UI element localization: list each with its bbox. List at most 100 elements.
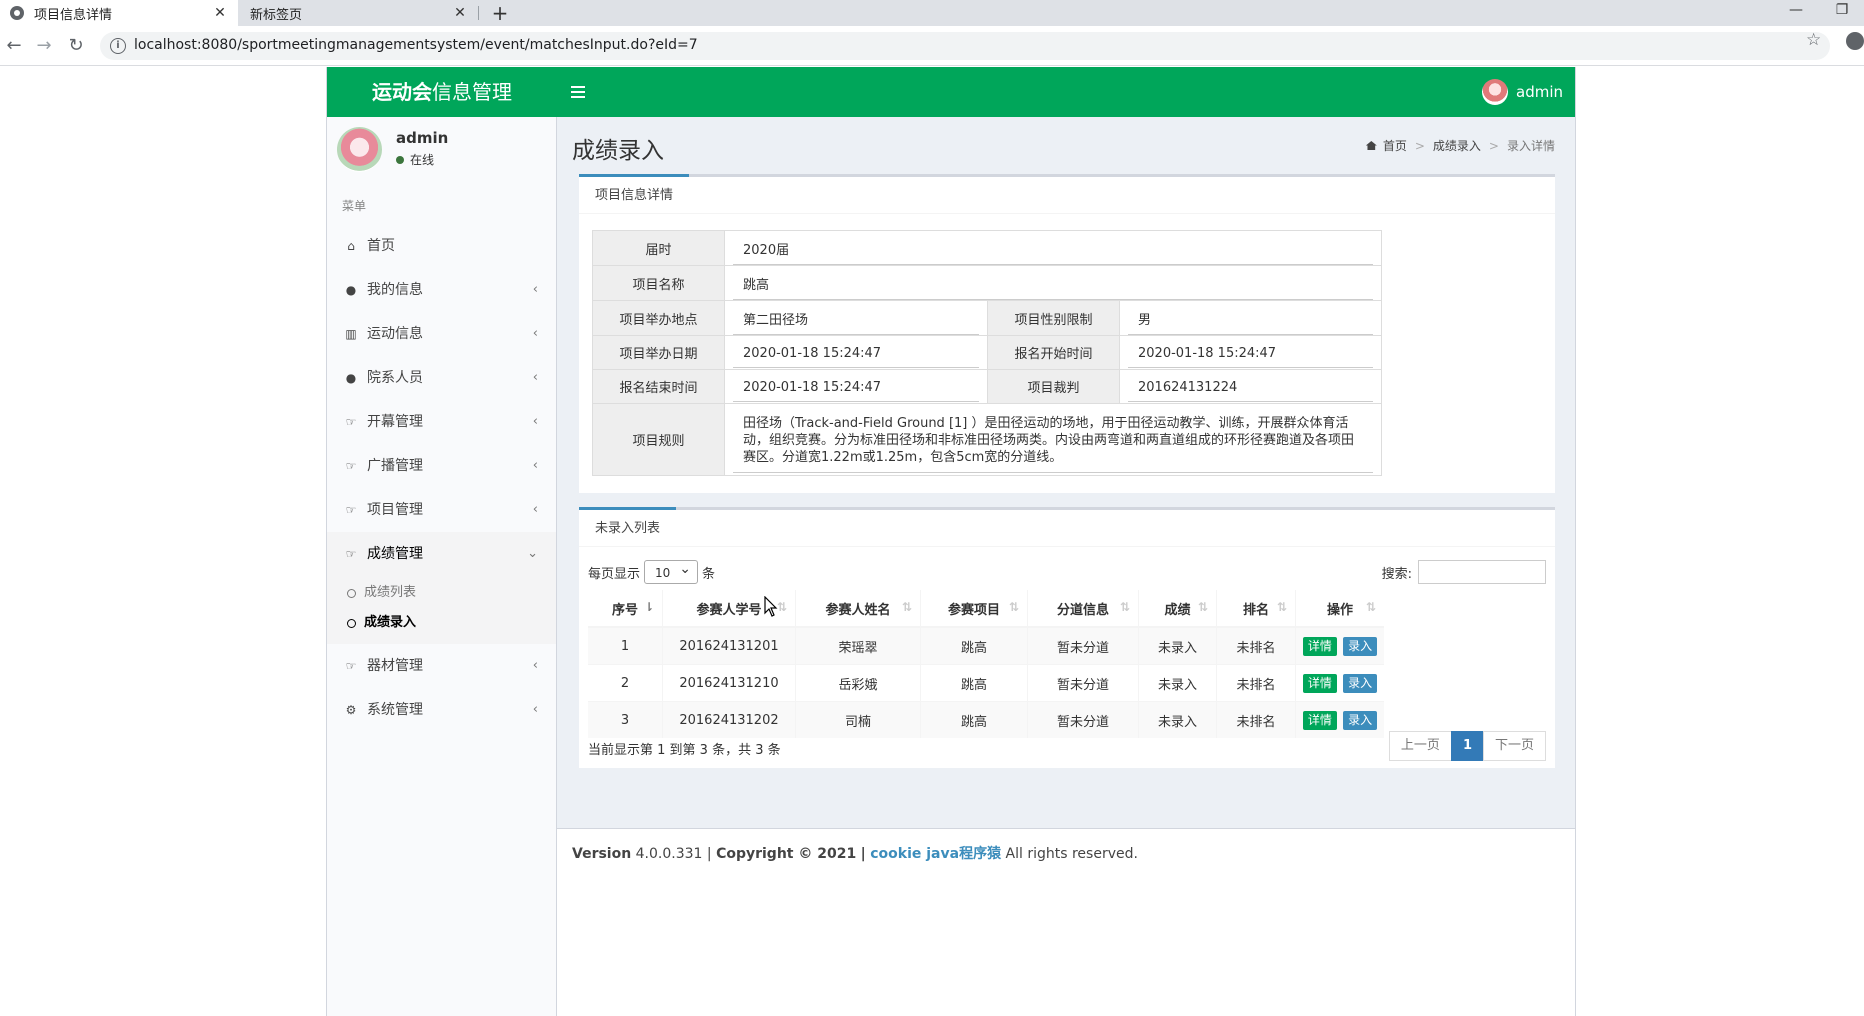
- cell-event: 跳高: [920, 664, 1028, 702]
- cell-event: 跳高: [920, 626, 1028, 665]
- sort-icon: ⇅: [1119, 600, 1130, 614]
- input-button[interactable]: 录入: [1343, 636, 1378, 656]
- status-text: 在线: [410, 153, 435, 167]
- chevron-left-icon: ‹: [532, 658, 538, 673]
- forward-icon[interactable]: →: [32, 34, 56, 58]
- info-icon[interactable]: i: [110, 38, 126, 54]
- circle-icon: [347, 618, 356, 628]
- sidebar-item-scores[interactable]: ☞ 成绩管理 ⌄: [327, 532, 556, 576]
- col-header-actions[interactable]: 操作 ⇅: [1295, 590, 1384, 628]
- cell-student-name: 荣瑶翠: [795, 626, 921, 665]
- chevron-down-icon: ⌄: [527, 546, 538, 561]
- url-text[interactable]: localhost:8080/sportmeetingmanagementsys…: [134, 37, 698, 53]
- close-icon[interactable]: ✕: [210, 5, 230, 21]
- tab-separator: [478, 6, 479, 20]
- minimize-button[interactable]: —: [1778, 0, 1814, 22]
- input-button[interactable]: 录入: [1343, 673, 1378, 693]
- breadcrumb-separator: >: [1488, 138, 1499, 153]
- star-icon[interactable]: ☆: [1806, 30, 1821, 50]
- next-page-button[interactable]: 下一页: [1482, 731, 1546, 761]
- home-icon: [1365, 141, 1377, 150]
- rule-label: 项目规则: [592, 403, 725, 476]
- place-label: 项目举办地点: [592, 300, 725, 336]
- reg-start-label: 报名开始时间: [987, 335, 1120, 370]
- avatar: [337, 127, 382, 172]
- sort-icon: ⇅: [901, 600, 912, 614]
- chevron-left-icon: ‹: [532, 702, 538, 717]
- input-button[interactable]: 录入: [1343, 710, 1378, 730]
- breadcrumb-scores[interactable]: 成绩录入: [1433, 137, 1481, 154]
- sidebar-item-department[interactable]: ● 院系人员 ‹: [327, 356, 556, 400]
- col-header-student-name[interactable]: 参赛人姓名 ⇅: [795, 590, 921, 628]
- search-input[interactable]: [1418, 560, 1546, 584]
- cell-actions: 详情 录入: [1295, 701, 1384, 738]
- thumbs-up-icon: ☞: [345, 547, 357, 561]
- cell-student-name: 司楠: [795, 701, 921, 738]
- detail-button[interactable]: 详情: [1302, 636, 1337, 656]
- app-logo[interactable]: 运动会信息管理: [327, 67, 557, 117]
- detail-row: 项目举办地点 第二田径场 项目性别限制 男: [592, 300, 1382, 336]
- new-tab-button[interactable]: +: [488, 0, 512, 26]
- copyright-text: Copyright © 2021: [716, 846, 857, 862]
- cell-no: 2: [588, 664, 663, 702]
- profile-icon[interactable]: [1846, 32, 1864, 50]
- detail-button[interactable]: 详情: [1302, 673, 1337, 693]
- restore-button[interactable]: ❐: [1824, 0, 1860, 22]
- date-cell: 2020-01-18 15:24:47: [724, 335, 988, 370]
- back-icon[interactable]: ←: [2, 34, 26, 58]
- length-prefix: 每页显示: [588, 566, 641, 582]
- session-value: 2020届: [733, 231, 1373, 265]
- logo-bold: 运动会: [372, 80, 432, 104]
- col-header-lane[interactable]: 分道信息 ⇅: [1027, 590, 1139, 628]
- page-length-select[interactable]: 10: [644, 557, 699, 584]
- prev-page-button[interactable]: 上一页: [1388, 731, 1452, 761]
- col-header-no[interactable]: 序号 ⇂: [588, 590, 663, 628]
- col-header-event[interactable]: 参赛项目 ⇅: [920, 590, 1028, 628]
- detail-button[interactable]: 详情: [1302, 710, 1337, 730]
- browser-tab-inactive[interactable]: 新标签页 ✕: [240, 0, 478, 26]
- close-icon[interactable]: ✕: [450, 5, 470, 21]
- sidebar-item-home[interactable]: ⌂ 首页: [327, 224, 556, 268]
- date-value: 2020-01-18 15:24:47: [733, 338, 979, 368]
- sidebar-item-sport-info[interactable]: ▥ 运动信息 ‹: [327, 312, 556, 356]
- tab-event-detail[interactable]: 项目信息详情: [579, 174, 690, 213]
- session-cell: 2020届: [724, 230, 1382, 266]
- footer-separator: |: [706, 846, 712, 862]
- cell-student-id: 201624131201: [662, 626, 796, 665]
- sidebar-subitem-score-list[interactable]: 成绩列表: [327, 578, 556, 608]
- sidebar-item-system[interactable]: ⚙ 系统管理 ‹: [327, 688, 556, 732]
- col-header-rank[interactable]: 排名 ⇅: [1216, 590, 1296, 628]
- detail-tabs: 项目信息详情: [579, 174, 1555, 214]
- sidebar-item-equipment[interactable]: ☞ 器材管理 ‹: [327, 644, 556, 688]
- cell-actions: 详情 录入: [1295, 626, 1384, 665]
- url-field[interactable]: i localhost:8080/sportmeetingmanagements…: [100, 32, 1830, 60]
- browser-tab-active[interactable]: 项目信息详情 ✕: [0, 0, 238, 26]
- tab-pending-list[interactable]: 未录入列表: [579, 507, 677, 546]
- sort-icon: ⇅: [1365, 600, 1376, 614]
- menu-toggle-icon[interactable]: [571, 83, 585, 101]
- rule-cell: 田径场（Track-and-Field Ground [1] ）是田径运动的场地…: [724, 403, 1382, 476]
- sidebar-item-broadcast[interactable]: ☞ 广播管理 ‹: [327, 444, 556, 488]
- breadcrumb-home[interactable]: 首页: [1383, 137, 1407, 154]
- online-status: 在线: [396, 151, 434, 168]
- col-header-score[interactable]: 成绩 ⇅: [1138, 590, 1217, 628]
- sidebar-item-label: 开幕管理: [367, 414, 423, 430]
- header-user-menu[interactable]: admin: [1482, 67, 1563, 117]
- address-bar: ← → ↻ i localhost:8080/sportmeetingmanag…: [0, 26, 1864, 66]
- sort-icon: ⇅: [776, 600, 787, 614]
- sidebar-item-label: 首页: [367, 238, 395, 254]
- globe-icon: [10, 6, 24, 20]
- cell-actions: 详情 录入: [1295, 664, 1384, 702]
- sidebar-item-opening[interactable]: ☞ 开幕管理 ‹: [327, 400, 556, 444]
- chevron-left-icon: ‹: [532, 282, 538, 297]
- cell-lane: 暂未分道: [1027, 701, 1139, 738]
- page-button-1[interactable]: 1: [1450, 731, 1484, 761]
- sidebar-subitem-score-input[interactable]: 成绩录入: [327, 608, 556, 638]
- sidebar-item-events[interactable]: ☞ 项目管理 ‹: [327, 488, 556, 532]
- sidebar-subitem-label: 成绩列表: [364, 585, 417, 600]
- reload-icon[interactable]: ↻: [64, 34, 88, 58]
- length-suffix: 条: [702, 566, 716, 582]
- sidebar-item-label: 院系人员: [367, 370, 423, 386]
- sidebar-item-my-info[interactable]: ● 我的信息 ‹: [327, 268, 556, 312]
- author-link[interactable]: cookie java程序猿: [870, 846, 1001, 862]
